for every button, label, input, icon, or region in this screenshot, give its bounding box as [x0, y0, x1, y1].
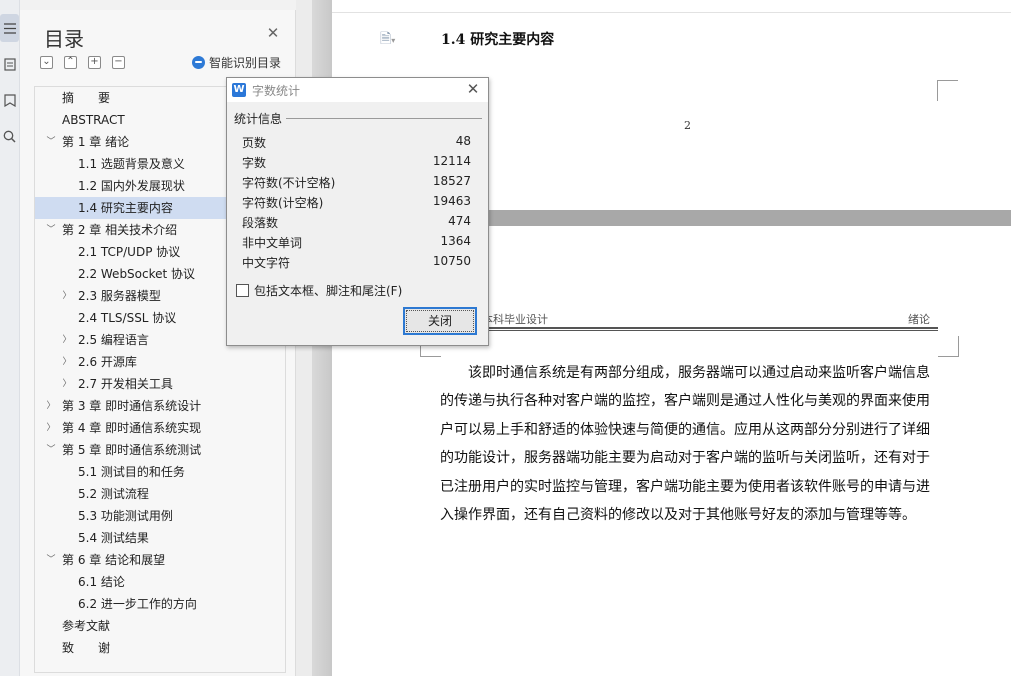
- chevron-down-icon[interactable]: ﹀: [46, 439, 56, 461]
- toc-item-label: 2.2 WebSocket 协议: [78, 267, 196, 281]
- smart-toc-button[interactable]: 智能识别目录: [192, 54, 281, 70]
- page-thumbnail-icon[interactable]: [0, 50, 19, 78]
- toc-toggle-icon[interactable]: [0, 14, 19, 42]
- page-number: 2: [684, 119, 691, 132]
- word-count-dialog: W 字数统计 ✕ 统计信息 页数 48 字数 12114 字符数(不计空格) 18527 字…: [226, 77, 489, 346]
- stat-value: 19463: [432, 194, 471, 208]
- toc-item[interactable]: 参考文献: [35, 615, 285, 637]
- toc-item-label: 2.3 服务器模型: [78, 289, 161, 303]
- chevron-right-icon[interactable]: 〉: [46, 417, 56, 439]
- chevron-down-icon[interactable]: ﹀: [46, 219, 56, 241]
- toc-item[interactable]: 5.1 测试目的和任务: [35, 461, 285, 483]
- expand-all-icon[interactable]: ⌄: [40, 56, 53, 69]
- toc-item[interactable]: 致 谢: [35, 637, 285, 659]
- stat-label: 页数: [242, 136, 267, 150]
- chevron-right-icon[interactable]: 〉: [62, 329, 72, 351]
- toc-item-label: 5.3 功能测试用例: [78, 509, 173, 523]
- chevron-right-icon[interactable]: 〉: [46, 395, 56, 417]
- toc-item[interactable]: ﹀ 第 5 章 即时通信系统测试: [35, 439, 285, 461]
- toc-item-label: 2.5 编程语言: [78, 333, 149, 347]
- header-rule: [440, 327, 938, 329]
- toc-item-label: 致 谢: [62, 641, 111, 655]
- toc-title: 目录: [44, 27, 84, 51]
- toc-item[interactable]: 6.1 结论: [35, 571, 285, 593]
- stat-label: 字符数(计空格): [242, 196, 324, 210]
- add-heading-icon[interactable]: +: [88, 56, 101, 69]
- stat-value: 12114: [432, 154, 471, 168]
- bookmark-icon[interactable]: [0, 86, 19, 114]
- toc-item[interactable]: 〉 2.6 开源库: [35, 351, 285, 373]
- toc-item-label: 5.1 测试目的和任务: [78, 465, 185, 479]
- toc-item-label: 2.1 TCP/UDP 协议: [78, 245, 181, 259]
- toc-item-label: 2.7 开发相关工具: [78, 377, 173, 391]
- smart-toc-icon: [192, 55, 205, 69]
- toc-item-label: 2.4 TLS/SSL 协议: [78, 311, 177, 325]
- stat-label: 非中文单词: [242, 236, 303, 250]
- stat-label: 中文字符: [242, 256, 291, 270]
- toc-item-label: 5.4 测试结果: [78, 531, 149, 545]
- document-format-icon[interactable]: 🗎▾: [380, 28, 395, 52]
- stat-value: 474: [448, 214, 471, 228]
- dialog-titlebar[interactable]: W 字数统计 ✕: [227, 78, 488, 102]
- chevron-down-icon[interactable]: ﹀: [46, 549, 56, 571]
- page-header-right: 绪论: [908, 313, 930, 326]
- close-icon[interactable]: ✕: [266, 26, 280, 41]
- margin-marker: [938, 336, 959, 357]
- stats-group-label: 统计信息: [234, 112, 283, 126]
- toc-item-label: 1.1 选题背景及意义: [78, 157, 185, 171]
- collapse-all-icon[interactable]: ⌃: [64, 56, 77, 69]
- toc-item-label: 6.1 结论: [78, 575, 125, 589]
- toc-item[interactable]: 5.3 功能测试用例: [35, 505, 285, 527]
- remove-heading-icon[interactable]: −: [112, 56, 125, 69]
- toc-item-label: 第 6 章 结论和展望: [62, 553, 166, 567]
- toc-item-label: 第 1 章 绪论: [62, 135, 130, 149]
- toc-item-label: 第 5 章 即时通信系统测试: [62, 443, 202, 457]
- checkbox-label[interactable]: 包括文本框、脚注和尾注(F): [254, 282, 402, 299]
- toc-item-label: 参考文献: [62, 619, 111, 633]
- app-logo-icon: W: [232, 83, 246, 97]
- stat-label: 字数: [242, 156, 267, 170]
- dialog-title: 字数统计: [252, 84, 301, 98]
- stat-value: 10750: [432, 254, 471, 268]
- toc-item-label: ABSTRACT: [62, 113, 125, 127]
- toc-item-label: 2.6 开源库: [78, 355, 137, 369]
- include-textbox-footnote-checkbox[interactable]: [236, 284, 249, 297]
- stat-label: 段落数: [242, 216, 279, 230]
- stat-value: 18527: [432, 174, 471, 188]
- stat-value: 1364: [440, 234, 471, 248]
- toc-item-label: 第 4 章 即时通信系统实现: [62, 421, 202, 435]
- stat-value: 48: [455, 134, 471, 148]
- left-icon-rail: [0, 0, 20, 676]
- find-icon[interactable]: [0, 122, 19, 150]
- body-paragraph[interactable]: 该即时通信系统是有两部分组成，服务器端可以通过启动来监听客户端信息的传递与执行各…: [440, 359, 938, 529]
- chevron-down-icon[interactable]: ﹀: [46, 131, 56, 153]
- toc-item-label: 1.4 研究主要内容: [78, 201, 173, 215]
- toc-item-label: 6.2 进一步工作的方向: [78, 597, 197, 611]
- toc-item-label: 1.2 国内外发展现状: [78, 179, 185, 193]
- toc-item[interactable]: 〉 2.7 开发相关工具: [35, 373, 285, 395]
- chevron-right-icon[interactable]: 〉: [62, 285, 72, 307]
- margin-marker: [937, 80, 958, 101]
- toc-item[interactable]: 〉第 4 章 即时通信系统实现: [35, 417, 285, 439]
- toc-item[interactable]: 6.2 进一步工作的方向: [35, 593, 285, 615]
- section-heading: 1.4 研究主要内容: [441, 32, 555, 48]
- toc-item-label: 第 3 章 即时通信系统设计: [62, 399, 202, 413]
- group-divider: [286, 118, 482, 119]
- toc-item[interactable]: 5.2 测试流程: [35, 483, 285, 505]
- toc-item[interactable]: ﹀ 第 6 章 结论和展望: [35, 549, 285, 571]
- stat-label: 字符数(不计空格): [242, 176, 336, 190]
- chevron-right-icon[interactable]: 〉: [62, 373, 72, 395]
- toc-item[interactable]: 5.4 测试结果: [35, 527, 285, 549]
- toc-item-label: 5.2 测试流程: [78, 487, 149, 501]
- close-icon[interactable]: ✕: [465, 81, 481, 97]
- header-rule: [440, 330, 938, 331]
- toc-item-label: 第 2 章 相关技术介绍: [62, 223, 178, 237]
- close-button[interactable]: 关闭: [403, 307, 477, 335]
- toc-item[interactable]: 〉第 3 章 即时通信系统设计: [35, 395, 285, 417]
- smart-toc-label: 智能识别目录: [209, 55, 282, 70]
- page-header-left: 本科毕业设计: [482, 313, 548, 326]
- toc-item-label: 摘 要: [62, 91, 111, 105]
- chevron-right-icon[interactable]: 〉: [62, 351, 72, 373]
